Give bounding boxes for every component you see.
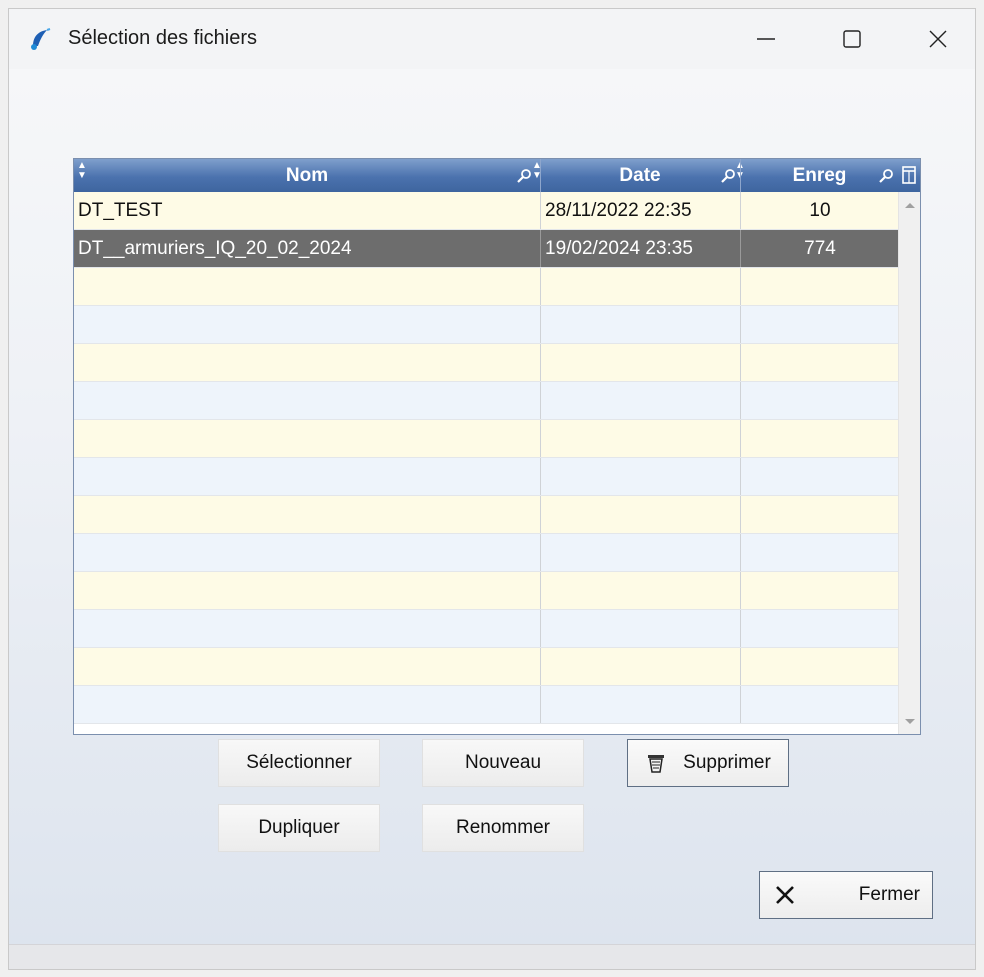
table-body: DT_TEST 28/11/2022 22:35 10 DT__armuriers_I… — [74, 192, 899, 724]
table-cell — [740, 610, 899, 647]
table-cell: 19/02/2024 23:35 — [540, 230, 740, 267]
table-cell — [540, 610, 740, 647]
search-icon[interactable] — [878, 168, 894, 184]
table-cell — [540, 648, 740, 685]
rename-button[interactable]: Renommer — [422, 804, 584, 852]
table-cell — [740, 420, 899, 457]
scroll-up-icon[interactable] — [899, 194, 920, 216]
minimize-icon — [757, 38, 775, 40]
new-button[interactable]: Nouveau — [422, 739, 584, 787]
table-cell — [74, 686, 540, 723]
table-cell: DT__armuriers_IQ_20_02_2024 — [78, 237, 352, 259]
duplicate-button[interactable]: Dupliquer — [218, 804, 380, 852]
table-row[interactable]: DT__armuriers_IQ_20_02_2024 19/02/2024 23… — [74, 230, 899, 268]
title-bar[interactable]: Sélection des fichiers — [9, 9, 975, 69]
table-cell — [540, 496, 740, 533]
table-cell — [740, 458, 899, 495]
table-cell — [540, 420, 740, 457]
table-row[interactable] — [74, 268, 899, 306]
file-selection-window: Sélection des fichiers ▲ ▼ Nom ▲ ▼ Date … — [8, 8, 976, 970]
trash-icon — [648, 755, 665, 773]
table-row[interactable] — [74, 458, 899, 496]
table-row[interactable] — [74, 306, 899, 344]
table-cell — [74, 306, 540, 343]
table-cell — [540, 458, 740, 495]
table-header: ▲▼ Nom ▲▼ Date ▲▼ Enreg — [74, 159, 920, 192]
table-cell: 774 — [740, 230, 899, 267]
table-row[interactable] — [74, 686, 899, 724]
maximize-button[interactable] — [809, 9, 895, 69]
table-cell — [540, 268, 740, 305]
table-cell — [74, 344, 540, 381]
table-cell — [74, 572, 540, 609]
table-cell — [740, 572, 899, 609]
minimize-button[interactable] — [723, 9, 809, 69]
table-cell — [740, 306, 899, 343]
table-row[interactable]: DT_TEST 28/11/2022 22:35 10 — [74, 192, 899, 230]
app-logo-icon — [31, 28, 51, 50]
vertical-scrollbar[interactable] — [898, 192, 920, 734]
table-cell — [74, 534, 540, 571]
table-row[interactable] — [74, 496, 899, 534]
maximize-icon — [843, 30, 861, 48]
table-cell: 28/11/2022 22:35 — [540, 192, 740, 229]
close-icon — [929, 30, 947, 48]
table-row[interactable] — [74, 382, 899, 420]
dialog-body: ▲▼ Nom ▲▼ Date ▲▼ Enreg — [9, 69, 975, 947]
columns-icon[interactable] — [900, 165, 918, 185]
table-cell — [540, 344, 740, 381]
scroll-down-icon[interactable] — [899, 711, 920, 733]
table-cell: 10 — [740, 192, 899, 229]
table-row[interactable] — [74, 648, 899, 686]
window-title: Sélection des fichiers — [68, 27, 257, 49]
table-row[interactable] — [74, 420, 899, 458]
table-cell — [740, 648, 899, 685]
table-row[interactable] — [74, 534, 899, 572]
table-cell — [74, 268, 540, 305]
table-cell — [540, 572, 740, 609]
delete-button[interactable]: Supprimer — [627, 739, 789, 787]
files-table[interactable]: ▲▼ Nom ▲▼ Date ▲▼ Enreg — [73, 158, 921, 735]
table-cell — [74, 496, 540, 533]
table-cell — [74, 382, 540, 419]
table-cell: DT_TEST — [78, 199, 163, 221]
close-button[interactable]: Fermer — [759, 871, 933, 919]
table-cell — [540, 534, 740, 571]
table-row[interactable] — [74, 610, 899, 648]
status-bar — [9, 944, 975, 969]
table-cell — [74, 420, 540, 457]
column-header-nom[interactable]: Nom — [74, 159, 540, 192]
table-row[interactable] — [74, 344, 899, 382]
close-window-button[interactable] — [895, 9, 981, 69]
table-cell — [74, 458, 540, 495]
table-cell — [740, 686, 899, 723]
search-icon[interactable] — [720, 168, 736, 184]
select-button[interactable]: Sélectionner — [218, 739, 380, 787]
table-cell — [740, 344, 899, 381]
column-header-date[interactable]: Date — [540, 159, 740, 192]
table-cell — [740, 382, 899, 419]
table-cell — [540, 686, 740, 723]
table-cell — [540, 382, 740, 419]
table-cell — [740, 496, 899, 533]
table-cell — [74, 648, 540, 685]
table-cell — [740, 534, 899, 571]
table-row[interactable] — [74, 572, 899, 610]
column-header-enreg[interactable]: Enreg — [740, 159, 899, 192]
table-cell — [540, 306, 740, 343]
table-cell — [74, 610, 540, 647]
table-cell — [740, 268, 899, 305]
close-icon — [776, 886, 794, 904]
search-icon[interactable] — [516, 168, 532, 184]
